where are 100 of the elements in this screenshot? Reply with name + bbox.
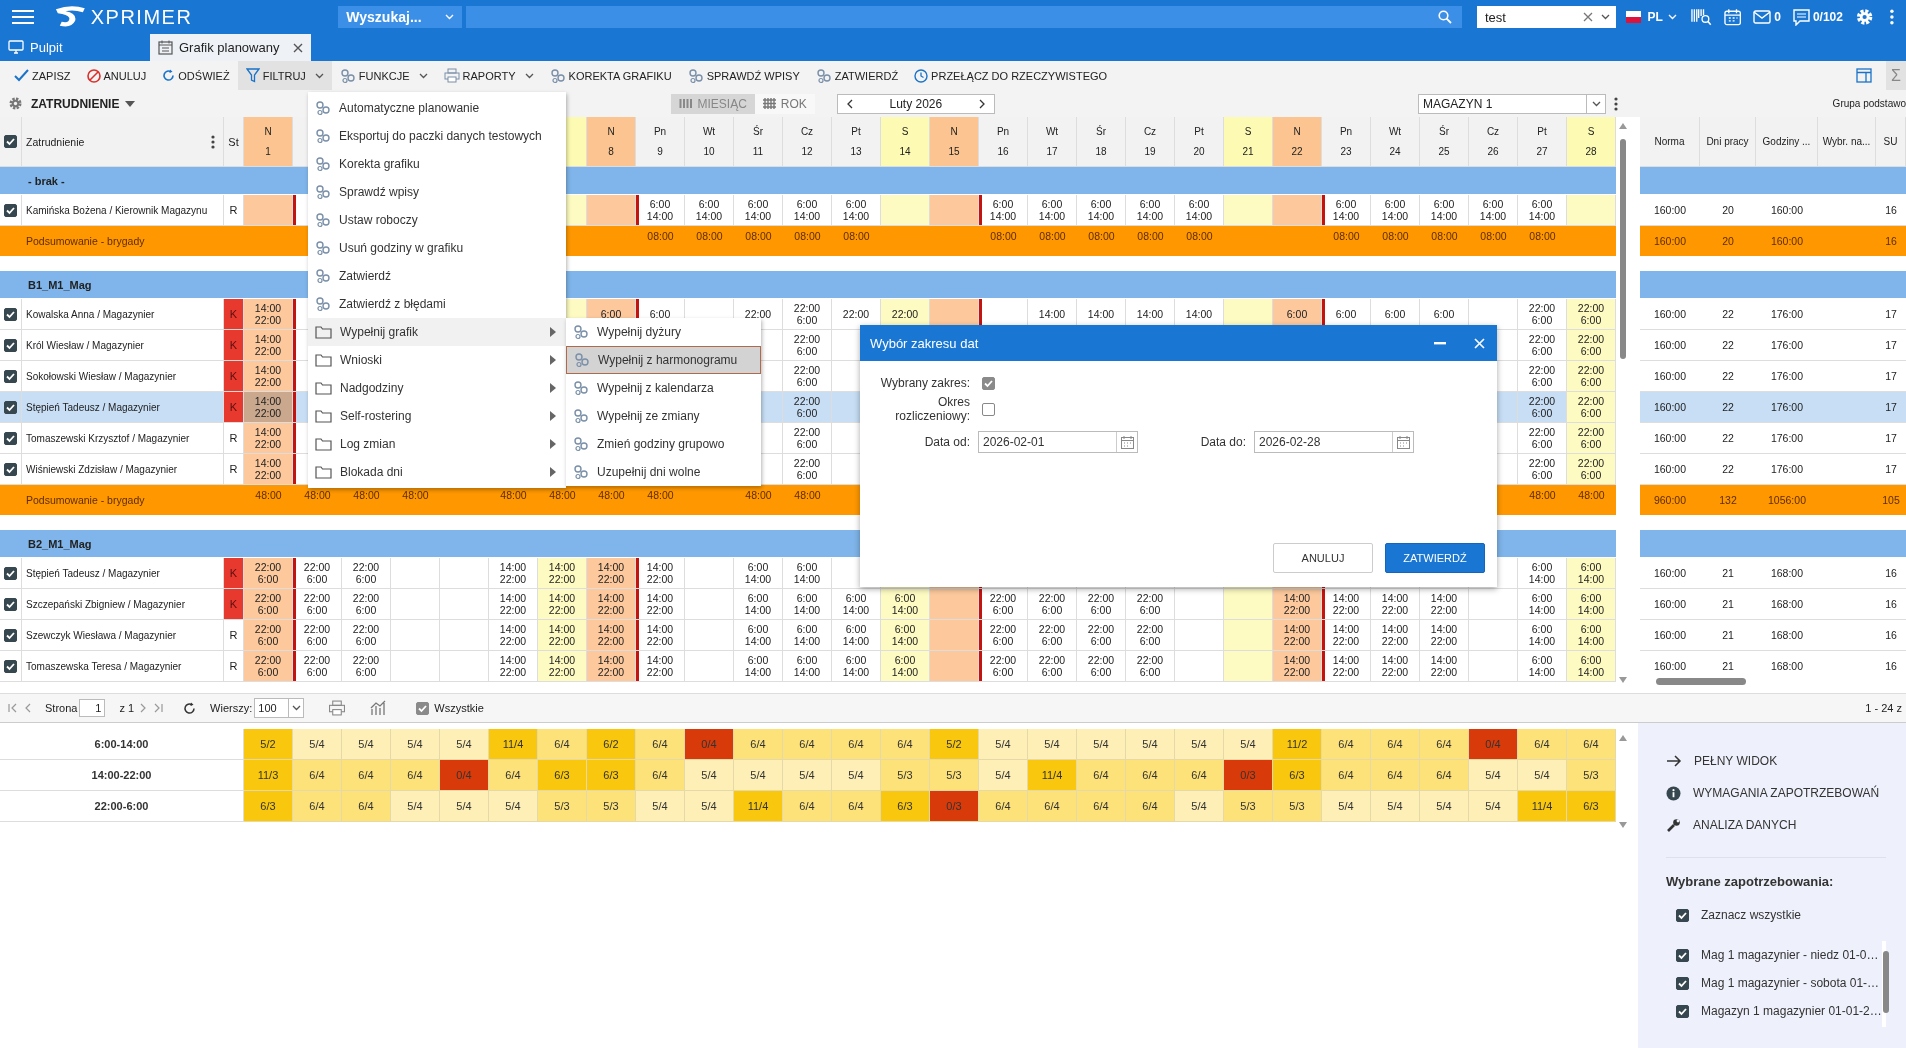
demand-cell: 6/4	[342, 791, 391, 822]
menu-label: Usuń godziny w grafiku	[339, 241, 465, 255]
stat-value: 160:00	[1653, 432, 1687, 444]
stat-value: 176:00	[1770, 463, 1804, 475]
demand-cell: 6/4	[1322, 729, 1371, 760]
stat-value: 176:00	[1770, 370, 1804, 382]
demand-cell: 0/4	[440, 760, 489, 791]
summary-value: 48:00	[598, 489, 625, 503]
stat-value: 176:00	[1770, 308, 1804, 320]
demand-cell: 6/3	[1567, 791, 1616, 822]
group-name: B1_M1_Mag	[28, 278, 92, 291]
stat-value: 160:00	[1770, 204, 1804, 216]
stat-value: 22	[1722, 308, 1734, 320]
day-name: S	[901, 125, 909, 137]
demand-cell: 5/4	[636, 791, 685, 822]
dialog-title: Wybór zakresu dat	[870, 335, 979, 351]
demand-cell: 5/3	[1273, 791, 1322, 822]
stat-value: 17	[1885, 308, 1897, 320]
stat-value: 160:00	[1653, 204, 1687, 216]
day-name: Cz	[800, 125, 814, 137]
demand-cell: 6/4	[1371, 729, 1420, 760]
column-header: Dni pracy	[1700, 117, 1756, 166]
shift-label: 6:00-14:00	[0, 729, 244, 760]
day-name: N	[264, 125, 272, 137]
demand-cell: 6/3	[538, 760, 587, 791]
summary-value: 48:00	[402, 489, 429, 503]
stat-value: 176:00	[1770, 401, 1804, 413]
demand-cell: 5/4	[391, 791, 440, 822]
demand-cell: 5/3	[587, 791, 636, 822]
demand-cell: 5/4	[1420, 791, 1469, 822]
stat-value: 21	[1722, 629, 1734, 641]
demand-cell: 5/4	[1077, 729, 1126, 760]
day-number: 22	[1291, 146, 1303, 158]
demand-cell: 11/4	[1518, 791, 1567, 822]
column-header: Godziny ...	[1756, 117, 1818, 166]
stat-value: 21	[1722, 660, 1734, 672]
menu-label: Self-rostering	[340, 409, 413, 423]
stat-value: 22	[1722, 401, 1734, 413]
demand-cell: 6/4	[293, 760, 342, 791]
stat-value: 16	[1885, 598, 1897, 610]
day-name: S	[1244, 125, 1252, 137]
demand-cell: 6/4	[1126, 791, 1175, 822]
demand-cell: 5/3	[881, 760, 930, 791]
menu-label: Wypełnij z harmonogramu	[598, 353, 739, 367]
status-cell: K	[224, 299, 244, 330]
stat-value: 22	[1722, 370, 1734, 382]
stat-value: 160:00	[1653, 401, 1687, 413]
status-cell: K	[224, 330, 244, 361]
column-header: SU	[1876, 117, 1906, 166]
demand-cell: 5/4	[1175, 791, 1224, 822]
stat-value: 17	[1885, 370, 1897, 382]
summary-value: 48:00	[500, 489, 527, 503]
group-name: - brak -	[28, 174, 65, 187]
summary-value: 1056:00	[1768, 494, 1806, 506]
status-cell: K	[224, 558, 244, 589]
summary-value: 08:00	[1431, 230, 1458, 244]
demand-cell: 5/3	[1567, 760, 1616, 791]
day-name: Wt	[1045, 125, 1059, 137]
demand-cell: 5/4	[391, 729, 440, 760]
demand-cell: 6/4	[1420, 729, 1469, 760]
demand-cell: 6/3	[1273, 760, 1322, 791]
stat-value: 168:00	[1770, 598, 1804, 610]
day-number: 16	[997, 146, 1009, 158]
summary-label: Podsumowanie - brygady	[26, 235, 145, 247]
demand-cell: 6/4	[1420, 760, 1469, 791]
status-cell: K	[224, 392, 244, 423]
day-number: 17	[1046, 146, 1058, 158]
page-count: z 1	[119, 702, 135, 714]
stat-value: 160:00	[1653, 598, 1687, 610]
page-label: Strona	[45, 702, 78, 714]
day-number: 10	[703, 146, 715, 158]
day-name: N	[607, 125, 615, 137]
stat-value: 160:00	[1653, 567, 1687, 579]
demand-cell: 6/4	[832, 791, 881, 822]
menu-label: Wypełnij z kalendarza	[597, 381, 715, 395]
summary-value: 160:00	[1653, 235, 1687, 247]
stat-value: 160:00	[1653, 463, 1687, 475]
summary-value: 08:00	[794, 230, 821, 244]
day-number: 27	[1536, 146, 1548, 158]
stat-value: 17	[1885, 401, 1897, 413]
menu-label: Blokada dni	[340, 465, 404, 479]
tab-label: Grafik planowany	[179, 40, 280, 55]
summary-value: 20	[1722, 235, 1734, 247]
demand-cell: 11/2	[1273, 729, 1322, 760]
day-name: Śr	[753, 125, 763, 137]
demand-cell: 6/4	[1175, 760, 1224, 791]
day-number: 20	[1193, 146, 1205, 158]
stat-value: 16	[1885, 567, 1897, 579]
day-number: 23	[1340, 146, 1352, 158]
demand-cell: 6/4	[734, 729, 783, 760]
stat-value: 160:00	[1653, 339, 1687, 351]
stat-value: 22	[1722, 432, 1734, 444]
summary-value: 160:00	[1770, 235, 1804, 247]
stats-group-label: Grupa podstawo	[1831, 98, 1906, 109]
summary-value: 08:00	[1382, 230, 1409, 244]
demand-cell: 6/4	[636, 760, 685, 791]
summary-value: 08:00	[696, 230, 723, 244]
demand-cell: 5/4	[440, 729, 489, 760]
demand-cell: 6/4	[489, 760, 538, 791]
day-name: N	[1293, 125, 1301, 137]
